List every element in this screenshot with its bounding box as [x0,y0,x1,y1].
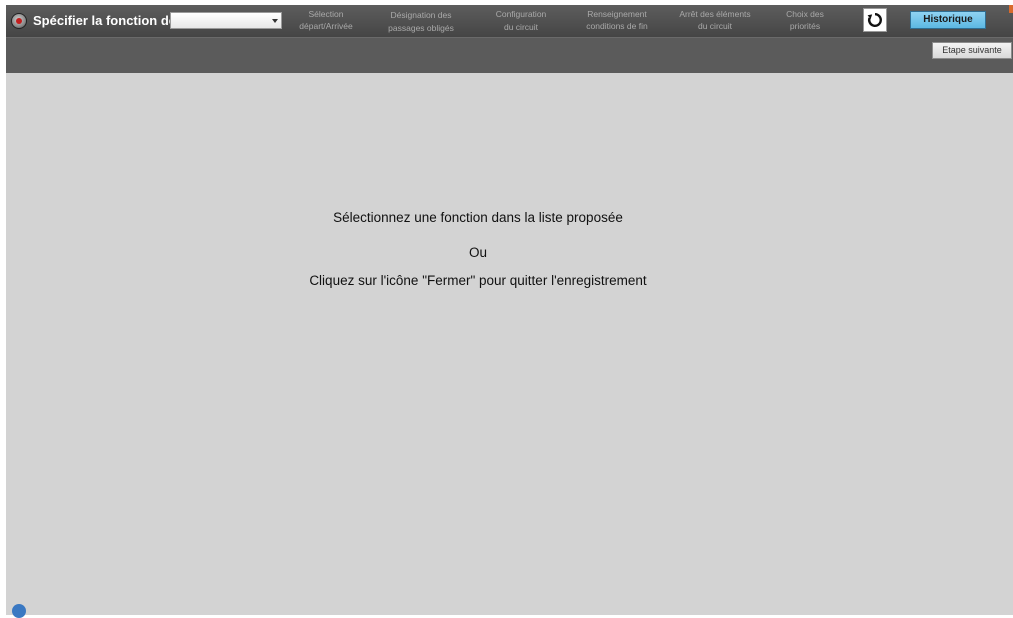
instruction-text: Sélectionnez une fonction dans la liste … [333,210,623,225]
app-window: Spécifier la fonction de : Sélection dép… [6,5,1013,615]
secondary-toolbar: Etape suivante [6,38,1013,73]
step-line2: priorités [789,21,821,31]
step-line2: conditions de fin [586,21,648,31]
step-line2: du circuit [503,22,538,32]
next-step-button[interactable]: Etape suivante [932,42,1012,59]
close-hint-text: Cliquez sur l'icône "Fermer" pour quitte… [309,273,647,288]
refresh-icon [867,13,882,27]
step-line1: Désignation des [390,10,452,20]
function-label: Spécifier la fonction de : [33,13,184,28]
step-line1: Sélection [308,9,344,19]
step-line1: Arrêt des éléments [679,9,751,19]
step-arret-elements[interactable]: Arrêt des éléments du circuit [670,8,760,32]
step-line2: passages obligés [388,23,454,33]
record-button[interactable] [11,13,27,29]
record-icon [16,18,22,24]
step-line1: Choix des [786,9,824,19]
step-choix-priorites[interactable]: Choix des priorités [770,8,840,32]
chevron-down-icon [272,19,278,23]
close-icon[interactable] [1009,5,1013,13]
step-designation-passages[interactable]: Désignation des passages obligés [381,9,461,34]
step-line1: Renseignement [587,9,647,19]
or-text: Ou [468,245,487,260]
status-icon [12,604,26,618]
step-configuration-circuit[interactable]: Configuration du circuit [481,8,561,33]
function-select[interactable] [170,12,282,29]
refresh-button[interactable] [863,8,887,32]
history-button[interactable]: Historique [910,11,986,29]
top-toolbar: Spécifier la fonction de : Sélection dép… [6,5,1013,38]
step-line2: départ/Arrivée [299,21,353,31]
step-line2: du circuit [697,21,732,31]
step-renseignement-conditions[interactable]: Renseignement conditions de fin [574,8,660,32]
step-line1: Configuration [495,9,547,19]
step-selection-depart-arrivee[interactable]: Sélection départ/Arrivée [288,8,364,32]
